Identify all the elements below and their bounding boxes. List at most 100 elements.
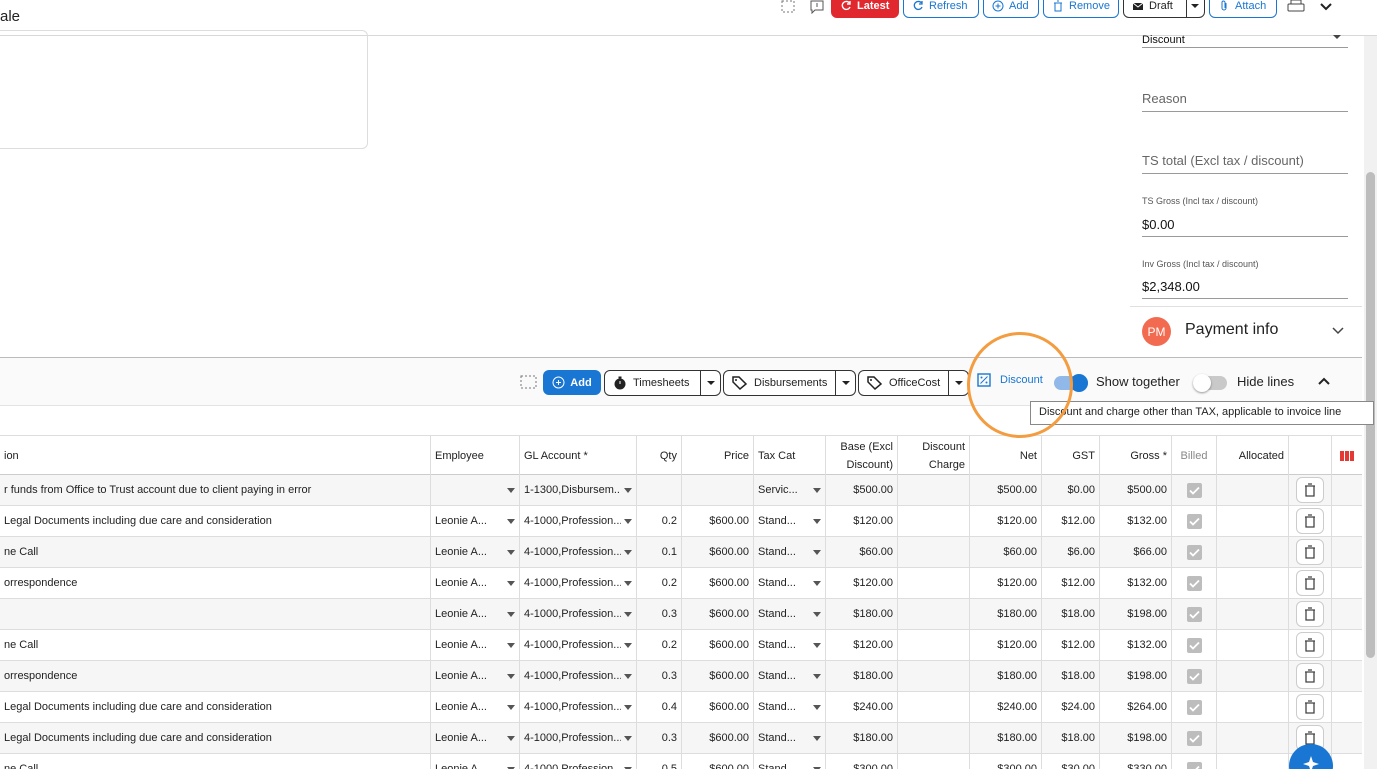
col-tax-cat[interactable]: Tax Cat [754, 436, 826, 476]
cell-gross[interactable]: $198.00 [1100, 599, 1172, 629]
table-row[interactable]: Legal Documents including due care and c… [0, 692, 1362, 723]
draft-dropdown[interactable] [1185, 0, 1204, 17]
cell-gst[interactable]: $12.00 [1042, 630, 1100, 660]
table-row[interactable]: orrespondence Leonie A... 4-1000,Professio… [0, 661, 1362, 692]
disbursements-button[interactable]: Disbursements [724, 371, 835, 395]
cell-employee[interactable]: Leonie A... [431, 692, 520, 722]
cell-qty[interactable]: 0.3 [637, 661, 682, 691]
cell-discount-charge[interactable] [898, 692, 970, 722]
disbursements-dropdown[interactable] [835, 371, 855, 395]
cell-discount-charge[interactable] [898, 475, 970, 505]
timesheets-button[interactable]: Timesheets [605, 371, 700, 395]
col-employee[interactable]: Employee [431, 436, 520, 476]
cell-tax-cat[interactable]: Stand... [754, 692, 826, 722]
cell-employee[interactable]: Leonie A... [431, 599, 520, 629]
select-area-icon[interactable] [780, 0, 798, 14]
cell-gl-account[interactable]: 4-1000,Profession... [520, 723, 637, 753]
cell-description[interactable] [0, 599, 431, 629]
cell-net[interactable]: $300.00 [970, 754, 1042, 769]
col-gst[interactable]: GST [1042, 436, 1100, 476]
caret-down-icon[interactable] [813, 519, 821, 524]
cell-gst[interactable]: $18.00 [1042, 599, 1100, 629]
draft-button[interactable]: Draft [1124, 0, 1181, 17]
cell-base[interactable]: $60.00 [826, 537, 898, 567]
table-row[interactable]: ne Call Leonie A... 4-1000,Profession... 0.… [0, 754, 1362, 769]
cell-gst[interactable]: $12.00 [1042, 506, 1100, 536]
cell-gst[interactable]: $12.00 [1042, 568, 1100, 598]
cell-gl-account[interactable]: 4-1000,Profession... [520, 754, 637, 769]
caret-down-icon[interactable] [813, 643, 821, 648]
ts-total-input[interactable]: TS total (Excl tax / discount) [1142, 152, 1348, 174]
cell-discount-charge[interactable] [898, 506, 970, 536]
delete-line-button[interactable] [1296, 663, 1324, 689]
cell-net[interactable]: $120.00 [970, 568, 1042, 598]
draft-split-button[interactable]: Draft [1123, 0, 1205, 18]
cell-net[interactable]: $120.00 [970, 630, 1042, 660]
cell-tax-cat[interactable]: Stand... [754, 661, 826, 691]
latest-button[interactable]: Latest [831, 0, 899, 18]
cell-gross[interactable]: $500.00 [1100, 475, 1172, 505]
cell-description[interactable]: Legal Documents including due care and c… [0, 692, 431, 722]
cell-tax-cat[interactable]: Stand... [754, 630, 826, 660]
table-row[interactable]: orrespondence Leonie A... 4-1000,Professio… [0, 568, 1362, 599]
delete-line-button[interactable] [1296, 539, 1324, 565]
cell-base[interactable]: $120.00 [826, 568, 898, 598]
caret-down-icon[interactable] [624, 736, 632, 741]
officecost-split-button[interactable]: OfficeCost [858, 370, 969, 396]
cell-discount-charge[interactable] [898, 661, 970, 691]
caret-down-icon[interactable] [507, 612, 515, 617]
col-billed[interactable]: Billed [1172, 436, 1217, 476]
cell-employee[interactable] [431, 475, 520, 505]
caret-down-icon[interactable] [507, 550, 515, 555]
cell-price[interactable]: $600.00 [682, 661, 754, 691]
cell-description[interactable]: r funds from Office to Trust account due… [0, 475, 431, 505]
table-row[interactable]: Leonie A... 4-1000,Profession... 0.3 $600.0… [0, 599, 1362, 630]
cell-price[interactable]: $600.00 [682, 723, 754, 753]
cell-qty[interactable]: 0.5 [637, 754, 682, 769]
cell-tax-cat[interactable]: Stand... [754, 506, 826, 536]
cell-price[interactable]: $600.00 [682, 537, 754, 567]
cell-price[interactable]: $600.00 [682, 754, 754, 769]
caret-down-icon[interactable] [507, 643, 515, 648]
add-button[interactable]: Add [983, 0, 1039, 18]
cell-base[interactable]: $120.00 [826, 506, 898, 536]
caret-down-icon[interactable] [507, 581, 515, 586]
cell-gl-account[interactable]: 4-1000,Profession... [520, 661, 637, 691]
caret-down-icon[interactable] [624, 550, 632, 555]
caret-down-icon[interactable] [624, 643, 632, 648]
cell-price[interactable]: $600.00 [682, 630, 754, 660]
cell-employee[interactable]: Leonie A... [431, 506, 520, 536]
caret-down-icon[interactable] [813, 674, 821, 679]
timesheets-dropdown[interactable] [700, 371, 720, 395]
cell-price[interactable]: $600.00 [682, 506, 754, 536]
cell-price[interactable] [682, 475, 754, 505]
cell-gl-account[interactable]: 4-1000,Profession... [520, 506, 637, 536]
cell-net[interactable]: $60.00 [970, 537, 1042, 567]
cell-gst[interactable]: $30.00 [1042, 754, 1100, 769]
cell-base[interactable]: $120.00 [826, 630, 898, 660]
cell-gst[interactable]: $6.00 [1042, 537, 1100, 567]
cell-base[interactable]: $300.00 [826, 754, 898, 769]
cell-gross[interactable]: $264.00 [1100, 692, 1172, 722]
cell-employee[interactable]: Leonie A... [431, 630, 520, 660]
cell-gross[interactable]: $198.00 [1100, 723, 1172, 753]
cell-employee[interactable]: Leonie A... [431, 723, 520, 753]
cell-tax-cat[interactable]: Stand... [754, 599, 826, 629]
cell-description[interactable]: Legal Documents including due care and c… [0, 506, 431, 536]
cell-employee[interactable]: Leonie A... [431, 537, 520, 567]
caret-down-icon[interactable] [624, 612, 632, 617]
select-area-icon[interactable] [520, 375, 538, 395]
delete-line-button[interactable] [1296, 570, 1324, 596]
officecost-dropdown[interactable] [948, 371, 968, 395]
discount-type-select[interactable]: Discount [1142, 30, 1348, 48]
cell-base[interactable]: $180.00 [826, 723, 898, 753]
cell-gst[interactable]: $18.00 [1042, 661, 1100, 691]
payment-info-section[interactable]: PM Payment info [1130, 306, 1362, 354]
table-row[interactable]: r funds from Office to Trust account due… [0, 475, 1362, 506]
caret-down-icon[interactable] [813, 581, 821, 586]
table-row[interactable]: Legal Documents including due care and c… [0, 506, 1362, 537]
cell-qty[interactable]: 0.4 [637, 692, 682, 722]
cell-gst[interactable]: $18.00 [1042, 723, 1100, 753]
disbursements-split-button[interactable]: Disbursements [723, 370, 856, 396]
delete-line-button[interactable] [1296, 477, 1324, 503]
